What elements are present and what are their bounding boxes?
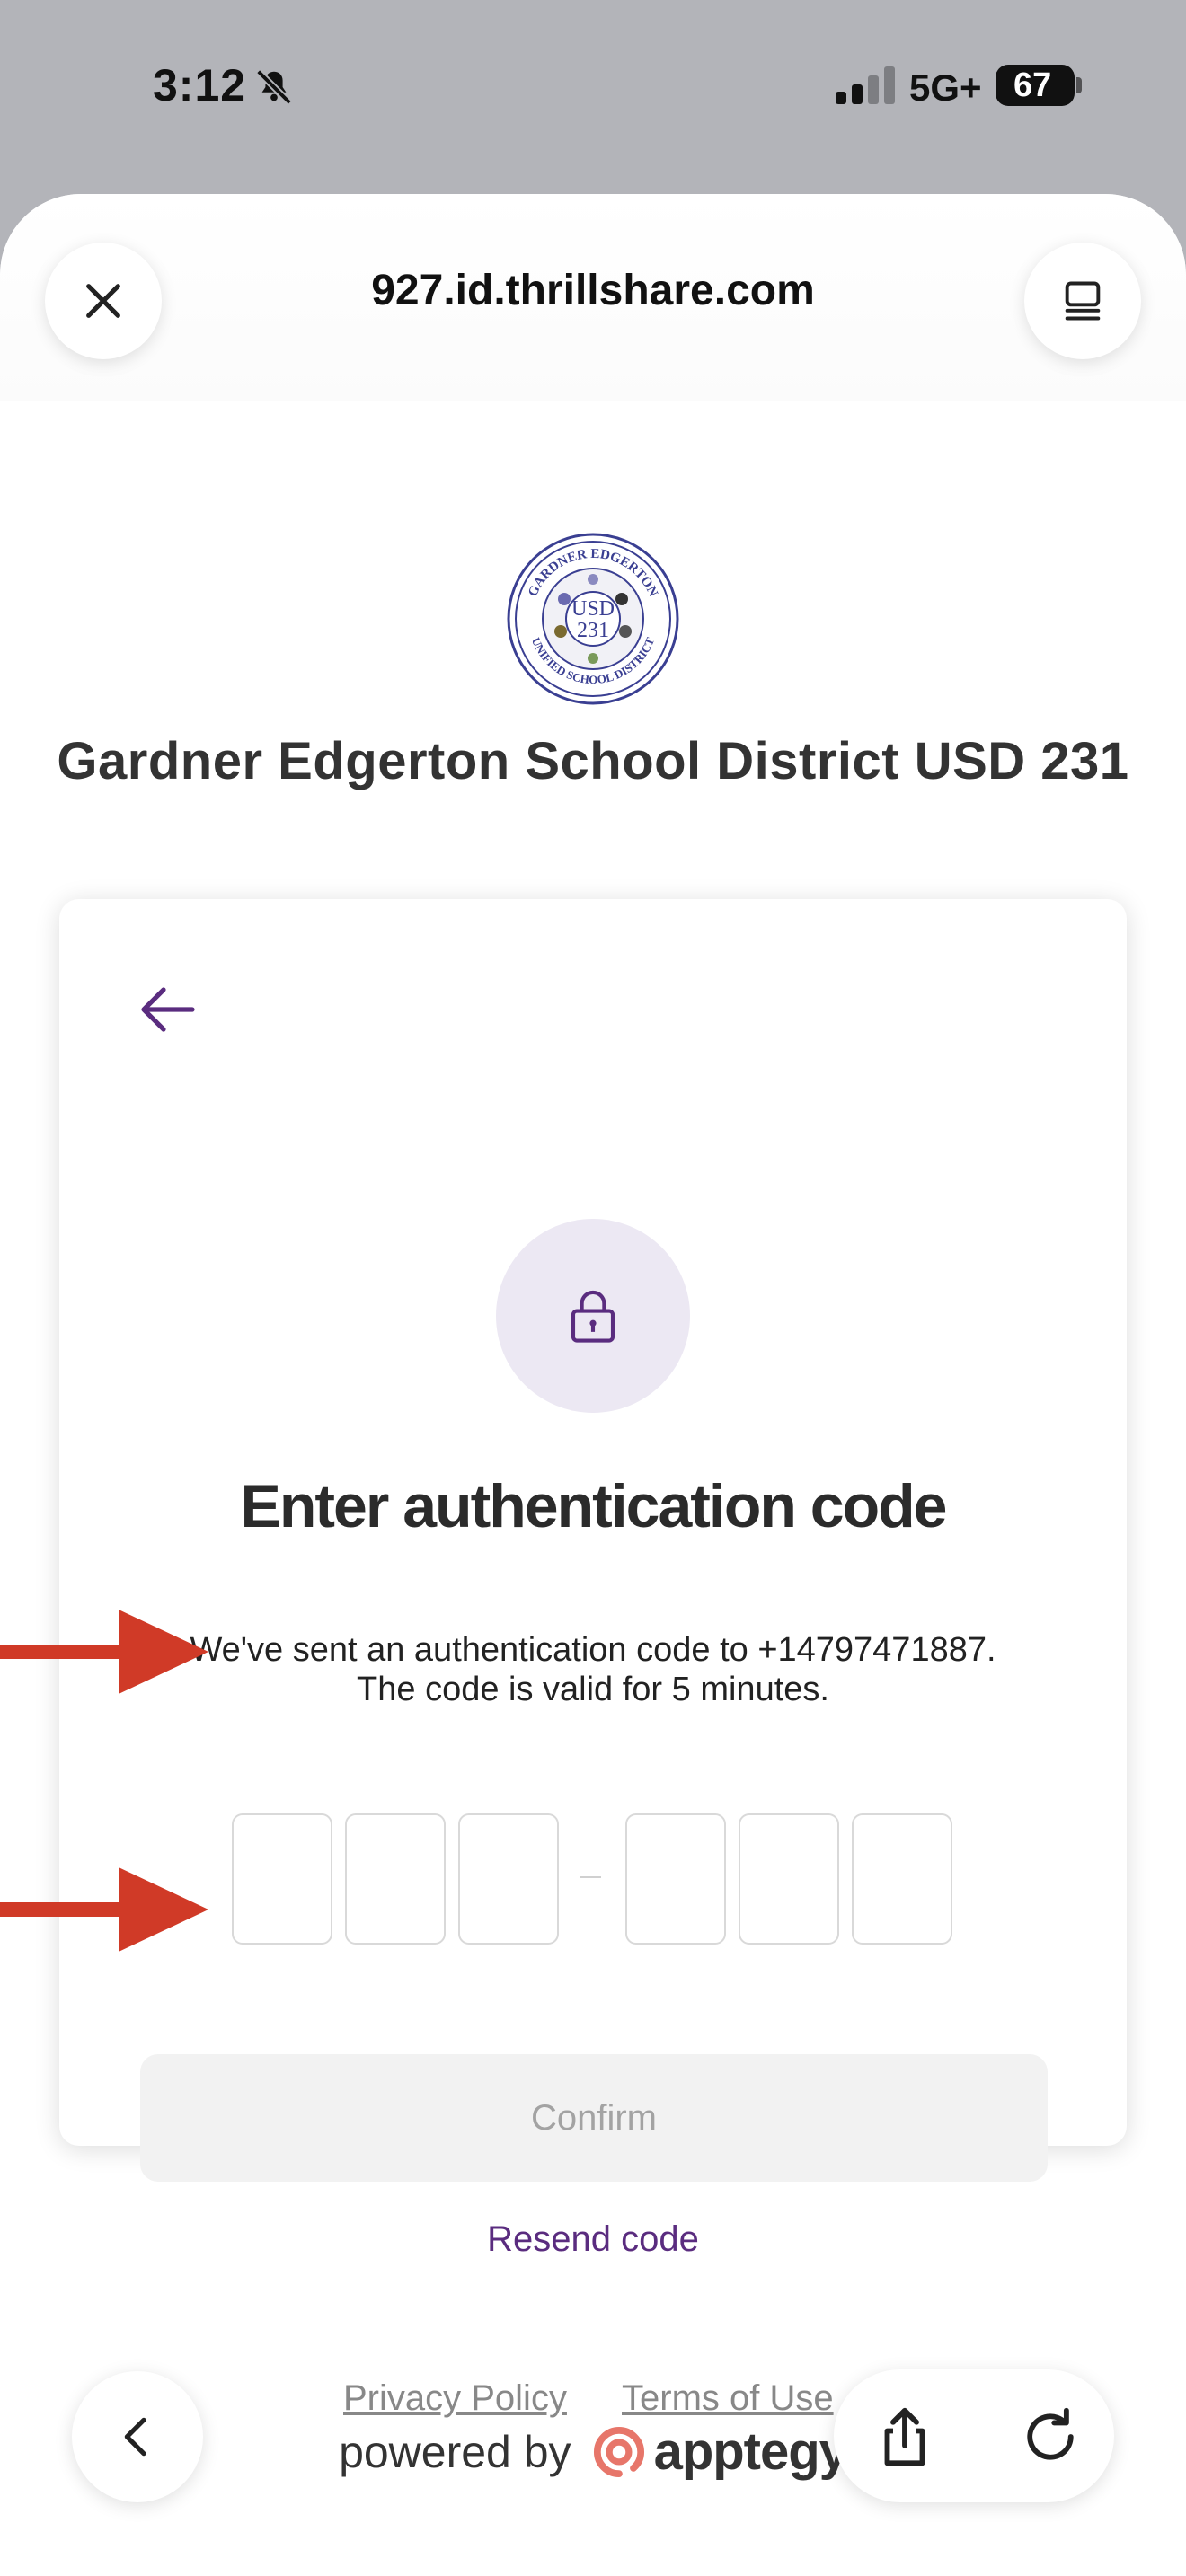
browser-back-button[interactable]	[72, 2371, 203, 2502]
instructions-line-1: We've sent an authentication code to +14…	[190, 1631, 996, 1669]
resend-code-link[interactable]: Resend code	[59, 2219, 1127, 2260]
code-digit-1[interactable]	[232, 1813, 332, 1945]
annotation-arrow-code	[0, 1610, 208, 1694]
code-digit-5[interactable]	[739, 1813, 839, 1945]
code-digit-4[interactable]	[625, 1813, 726, 1945]
terms-of-use-link[interactable]: Terms of Use	[622, 2378, 834, 2419]
code-digit-6[interactable]	[852, 1813, 952, 1945]
share-icon[interactable]	[870, 2402, 940, 2472]
auth-card: Enter authentication code We've sent an …	[59, 899, 1127, 2259]
svg-text:231: 231	[577, 619, 609, 642]
browser-header: 927.id.thrillshare.com	[0, 194, 1186, 401]
status-time: 3:12	[153, 60, 247, 110]
back-arrow-icon[interactable]	[138, 984, 198, 1035]
browser-actions	[834, 2369, 1114, 2502]
lock-badge	[496, 1219, 690, 1413]
district-logo: GARDNER EDGERTON UNIFIED SCHOOL DISTRICT…	[507, 533, 679, 705]
apptegy-logo-icon	[593, 2426, 644, 2477]
reader-icon	[1065, 281, 1101, 321]
code-separator	[580, 1876, 601, 1878]
battery-tip	[1076, 77, 1082, 93]
cellular-signal-icon	[836, 66, 895, 104]
browser-sheet: 927.id.thrillshare.com GARDNER EDGERTON …	[0, 194, 1186, 2576]
instructions-line-2: The code is valid for 5 minutes.	[357, 1671, 829, 1708]
confirm-button[interactable]: Confirm	[140, 2054, 1048, 2182]
chevron-left-icon	[124, 2417, 146, 2457]
status-bar: 3:12 5G+ 67	[0, 0, 1186, 180]
reader-mode-button[interactable]	[1024, 243, 1141, 359]
powered-by-label: powered by	[339, 2426, 571, 2477]
svg-text:USD: USD	[571, 597, 615, 621]
annotation-arrow-confirm	[0, 1867, 208, 1952]
battery-icon: 67	[996, 65, 1075, 106]
code-instructions: We've sent an authentication code to +14…	[59, 1630, 1127, 1709]
district-name: Gardner Edgerton School District USD 231	[57, 732, 1129, 790]
code-digit-3[interactable]	[458, 1813, 559, 1945]
page-title: Enter authentication code	[240, 1472, 948, 1540]
network-type: 5G+	[909, 66, 982, 109]
silent-bell-icon	[256, 69, 292, 105]
privacy-policy-link[interactable]: Privacy Policy	[343, 2378, 567, 2419]
apptegy-brand: apptegy	[653, 2422, 848, 2481]
battery-level: 67	[1013, 66, 1052, 104]
lock-icon	[571, 1290, 615, 1343]
url-bar[interactable]: 927.id.thrillshare.com	[0, 266, 1186, 315]
reload-icon[interactable]	[1015, 2402, 1085, 2472]
code-digit-2[interactable]	[345, 1813, 446, 1945]
